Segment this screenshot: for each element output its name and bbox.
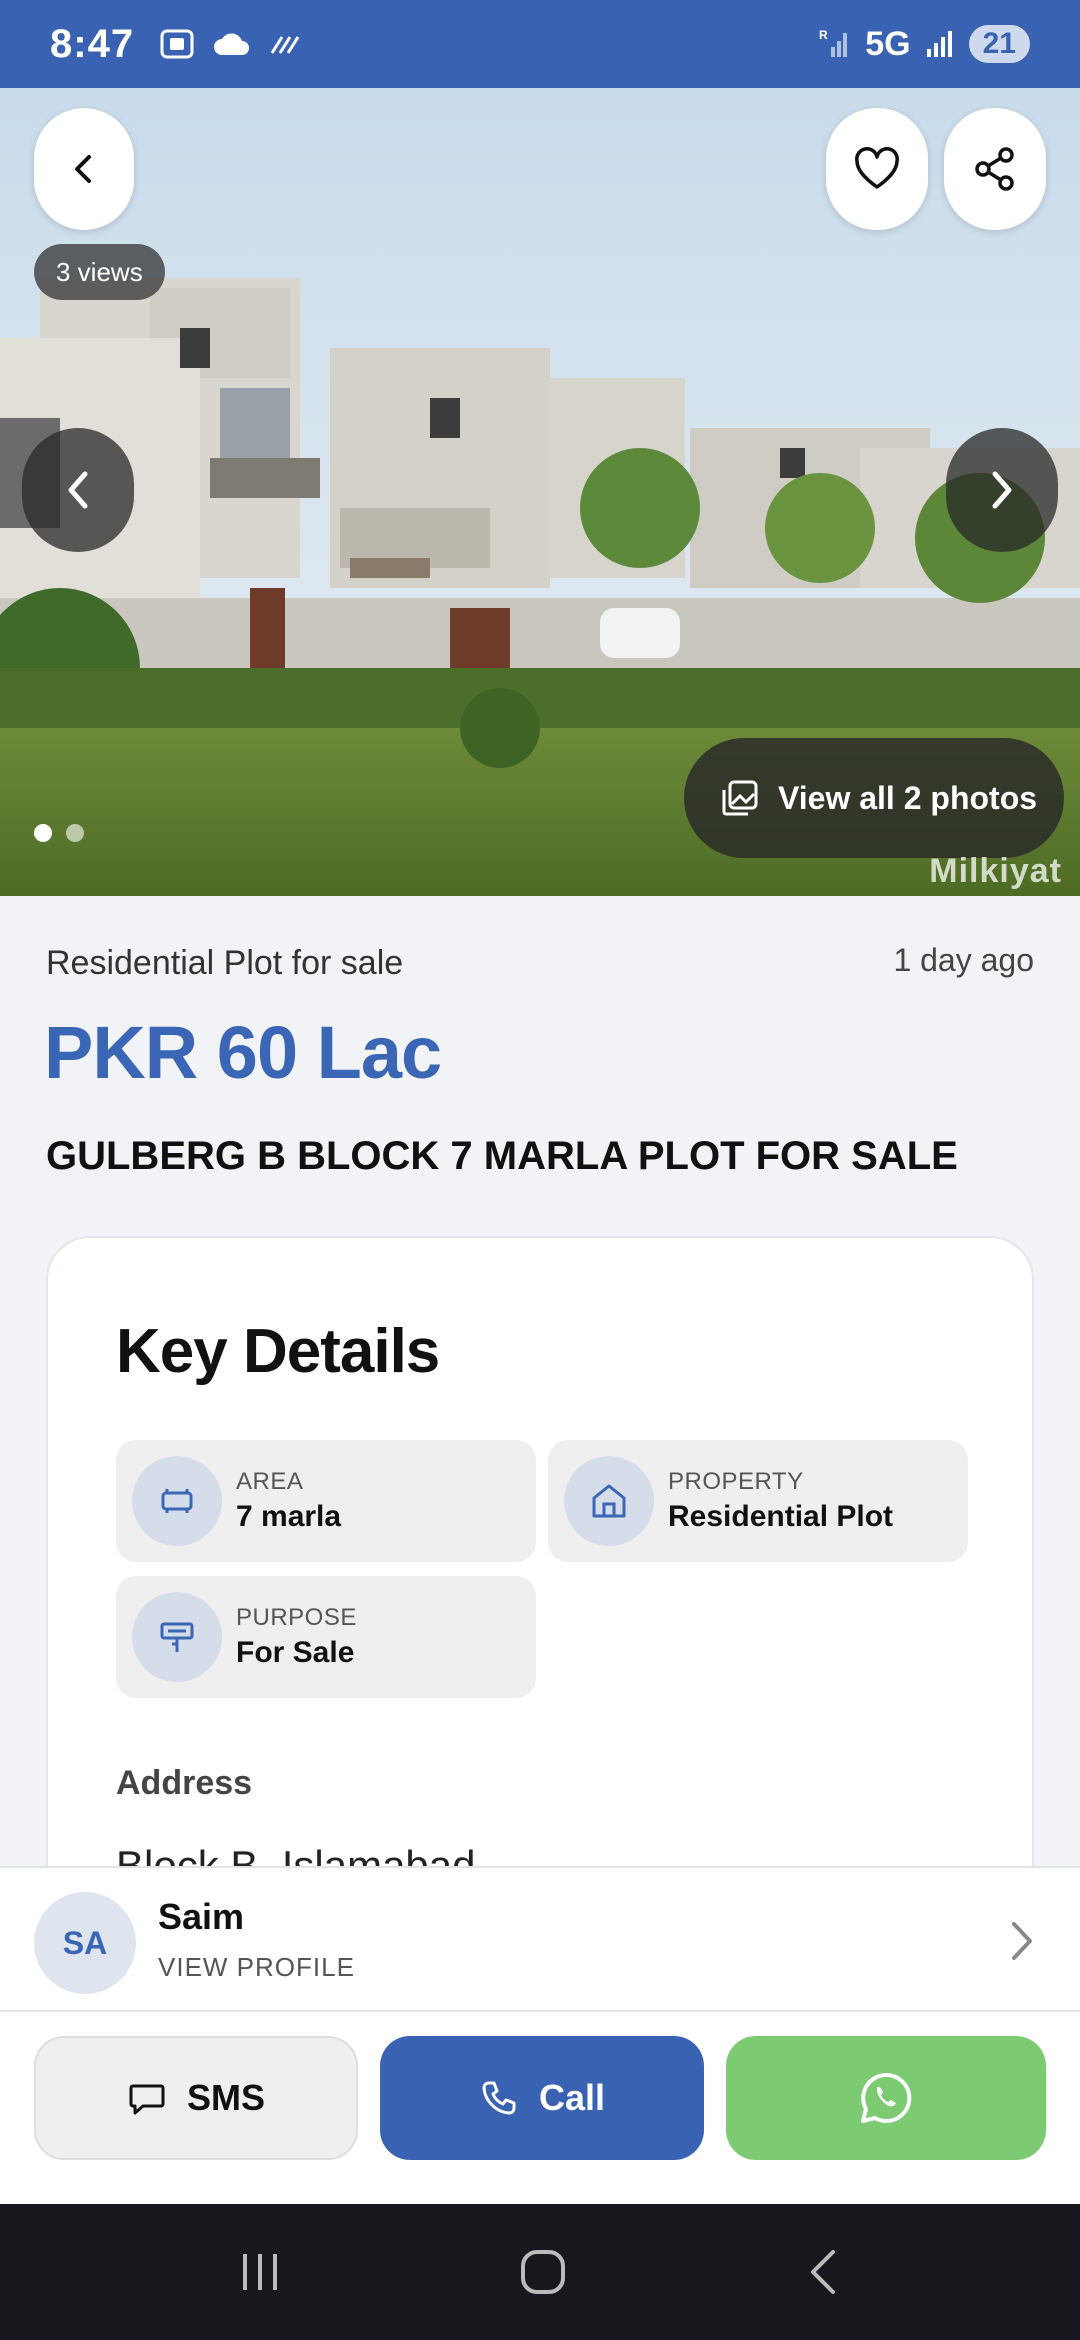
favorite-button[interactable]	[826, 108, 928, 230]
share-icon	[975, 147, 1014, 191]
roaming-signal-icon: R	[819, 28, 848, 57]
previous-photo-button[interactable]	[22, 428, 134, 552]
back-button[interactable]	[34, 108, 134, 230]
price: PKR 60 Lac	[44, 1011, 442, 1094]
views-count-badge: 3 views	[34, 244, 165, 300]
view-all-photos-button[interactable]: View all 2 photos	[684, 738, 1064, 858]
message-icon	[129, 2084, 165, 2115]
phone-icon	[482, 2081, 516, 2115]
signboard-icon	[132, 1592, 222, 1682]
view-profile-link[interactable]: VIEW PROFILE	[158, 1952, 355, 1983]
agent-avatar: SA	[34, 1892, 136, 1994]
chevron-left-icon	[75, 155, 91, 183]
key-details-card: Key Details AREA 7 marla PROPERTY Reside…	[46, 1236, 1034, 1876]
sms-button[interactable]: SMS	[34, 2036, 358, 2160]
purpose-detail: PURPOSE For Sale	[116, 1576, 536, 1698]
data-saver-icon	[270, 36, 300, 54]
photo-pagination	[34, 824, 84, 842]
battery-indicator: 21	[968, 25, 1030, 63]
pagination-dot-1[interactable]	[34, 824, 52, 842]
network-type: 5G	[865, 24, 911, 63]
system-navigation-bar	[0, 2204, 1080, 2340]
chevron-right-icon	[1012, 1922, 1032, 1960]
next-photo-button[interactable]	[946, 428, 1058, 552]
area-detail: AREA 7 marla	[116, 1440, 536, 1562]
house-icon	[564, 1456, 654, 1546]
key-details-heading: Key Details	[116, 1317, 440, 1386]
posted-time: 1 day ago	[893, 942, 1034, 978]
property-value: Residential Plot	[668, 1500, 894, 1533]
call-button[interactable]: Call	[380, 2036, 704, 2160]
photo-gallery[interactable]: 3 views View all 2 photos Milkiyat	[0, 88, 1080, 896]
home-icon[interactable]	[517, 2246, 569, 2298]
status-system-icons: R 5G 21	[817, 25, 1030, 64]
contact-actions: SMS Call	[0, 2012, 1080, 2204]
purpose-label: PURPOSE	[236, 1604, 357, 1631]
cloud-icon	[214, 33, 250, 55]
share-button[interactable]	[944, 108, 1046, 230]
chevron-left-icon	[68, 471, 88, 509]
agent-profile-bar[interactable]: SA Saim VIEW PROFILE	[0, 1866, 1080, 2012]
recent-apps-icon[interactable]	[237, 2248, 283, 2296]
call-label: Call	[538, 2077, 606, 2118]
area-value: 7 marla	[236, 1500, 342, 1533]
area-icon	[132, 1456, 222, 1546]
agent-name: Saim	[158, 1896, 245, 1937]
svg-text:R: R	[819, 28, 828, 42]
whatsapp-icon	[861, 2072, 912, 2123]
heart-icon	[855, 147, 899, 189]
sms-label: SMS	[186, 2077, 265, 2118]
property-label: PROPERTY	[668, 1468, 804, 1495]
status-notification-icons	[158, 25, 304, 63]
watermark: Milkiyat	[929, 852, 1062, 890]
chevron-right-icon	[992, 471, 1012, 509]
listing-title: GULBERG B BLOCK 7 MARLA PLOT FOR SALE	[46, 1134, 958, 1178]
view-all-label: View all 2 photos	[778, 779, 1038, 816]
area-label: AREA	[236, 1468, 304, 1495]
back-nav-icon[interactable]	[803, 2246, 843, 2298]
screenshot-icon	[160, 29, 194, 59]
whatsapp-button[interactable]	[726, 2036, 1046, 2160]
signal-icon	[926, 31, 952, 57]
status-bar: 8:47 R 5G 21	[0, 0, 1080, 88]
property-type: Residential Plot for sale	[46, 944, 404, 982]
purpose-value: For Sale	[236, 1636, 355, 1669]
address-label: Address	[116, 1764, 253, 1802]
status-time: 8:47	[50, 21, 135, 66]
property-detail: PROPERTY Residential Plot	[548, 1440, 968, 1562]
gallery-icon	[722, 780, 758, 816]
pagination-dot-2[interactable]	[66, 824, 84, 842]
